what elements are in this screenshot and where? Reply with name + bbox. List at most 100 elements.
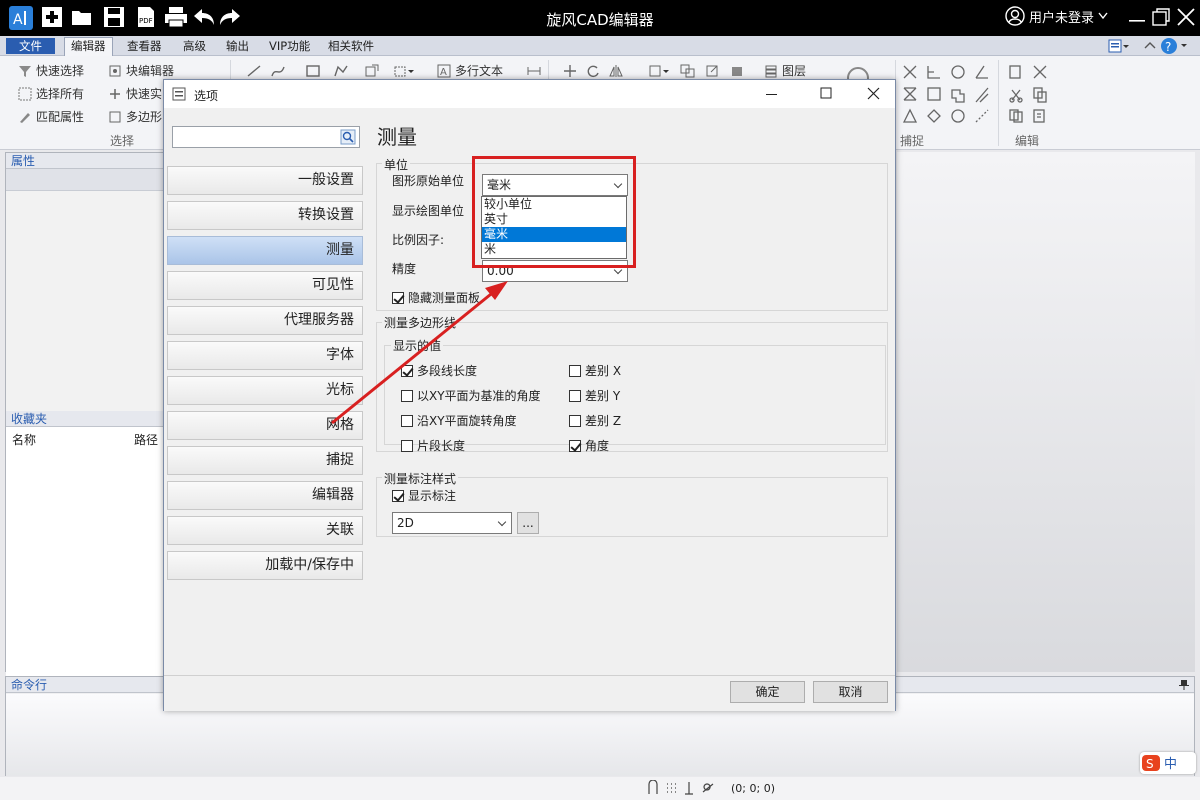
checkbox-box (569, 389, 581, 402)
dialog-icon (172, 87, 186, 104)
category-cursor[interactable]: 光标 (167, 376, 363, 405)
match-properties-label: 匹配属性 (36, 110, 85, 124)
collapse-ribbon-icon[interactable] (1142, 39, 1158, 56)
polyline-length-checkbox[interactable]: 多段线长度 (401, 362, 477, 379)
category-grid[interactable]: 网格 (167, 411, 363, 440)
ok-button[interactable]: 确定 (730, 681, 805, 703)
polygon-button[interactable]: 多边形 (108, 108, 162, 125)
quick-block-button[interactable]: 快速实 (108, 85, 162, 102)
hide-measure-panel-checkbox[interactable]: 隐藏测量面板 (392, 289, 480, 306)
dialog-footer: 确定 取消 (164, 675, 895, 711)
title-bar: A PDF 旋风CAD编辑器 用户未登录 (0, 0, 1200, 36)
funnel-icon (19, 65, 31, 77)
snap-group-label: 捕捉 (900, 134, 925, 148)
annotation-more-button[interactable]: ... (517, 512, 539, 534)
hide-measure-panel-label: 隐藏测量面板 (408, 291, 481, 305)
dialog-minimize-button[interactable] (764, 86, 780, 105)
chevron-down-icon (497, 517, 507, 527)
xy-plane-angle-label: 以XY平面为基准的角度 (417, 389, 541, 403)
pin-icon[interactable] (1178, 679, 1190, 694)
favorites-table-header: 名称 路径 (6, 427, 164, 447)
checkbox-box (569, 439, 581, 452)
menu-editor[interactable]: 编辑器 (64, 37, 113, 56)
precision-label: 精度 (392, 262, 417, 276)
angle-checkbox[interactable]: 角度 (569, 437, 609, 454)
checkbox-box (392, 489, 404, 502)
category-editor[interactable]: 编辑器 (167, 481, 363, 510)
dialog-close-button[interactable] (866, 86, 882, 105)
category-fonts[interactable]: 字体 (167, 341, 363, 370)
block-editor-label: 块编辑器 (126, 64, 175, 78)
category-proxy[interactable]: 代理服务器 (167, 306, 363, 335)
multiline-text-button[interactable]: A 多行文本 (437, 62, 503, 79)
menu-output[interactable]: 输出 (220, 38, 255, 54)
annotation-style-select[interactable]: 2D (392, 512, 512, 534)
ribbon-separator (998, 60, 999, 146)
menu-related-software[interactable]: 相关软件 (322, 38, 380, 54)
restore-button[interactable] (1150, 6, 1172, 28)
ime-indicator[interactable]: S中 (1140, 752, 1196, 774)
minimize-button[interactable] (1126, 6, 1148, 28)
view-options-icon[interactable] (1108, 38, 1130, 57)
svg-text:?: ? (1165, 40, 1171, 54)
status-bar: (0; 0; 0) (0, 777, 1200, 800)
original-unit-label: 图形原始单位 (392, 174, 465, 188)
menu-viewer[interactable]: 查看器 (121, 38, 168, 54)
layers-button[interactable]: 图层 (764, 62, 806, 79)
properties-toolbar (6, 169, 164, 191)
segment-length-checkbox[interactable]: 片段长度 (401, 437, 465, 454)
search-icon[interactable] (340, 129, 356, 148)
select-all-label: 选择所有 (36, 87, 85, 101)
user-login[interactable]: 用户未登录 (1005, 6, 1108, 26)
xy-plane-angle-checkbox[interactable]: 以XY平面为基准的角度 (401, 387, 541, 404)
show-annotation-label: 显示标注 (408, 489, 457, 503)
block-editor-button[interactable]: 块编辑器 (108, 62, 174, 79)
diff-x-checkbox[interactable]: 差别 X (569, 362, 621, 379)
menu-vip[interactable]: VIP功能 (263, 38, 316, 54)
svg-text:中: 中 (1164, 757, 1177, 772)
category-general[interactable]: 一般设置 (167, 166, 363, 195)
column-name[interactable]: 名称 (12, 431, 36, 448)
diff-z-label: 差别 Z (585, 414, 622, 428)
favorites-list[interactable] (6, 447, 164, 685)
show-annotation-checkbox[interactable]: 显示标注 (392, 487, 456, 504)
user-icon (1005, 6, 1025, 26)
match-properties-button[interactable]: 匹配属性 (18, 108, 84, 125)
polygon-icon (109, 111, 121, 122)
category-conversion[interactable]: 转换设置 (167, 201, 363, 230)
category-search-input[interactable] (172, 126, 360, 148)
units-legend: 单位 (382, 156, 411, 173)
quick-select-button[interactable]: 快速选择 (18, 62, 84, 79)
select-all-button[interactable]: 选择所有 (18, 85, 84, 102)
block-editor-icon (109, 65, 121, 76)
category-associations[interactable]: 关联 (167, 516, 363, 545)
category-snap[interactable]: 捕捉 (167, 446, 363, 475)
menu-advanced[interactable]: 高级 (177, 38, 212, 54)
favorites-panel: 收藏夹 名称 路径 (6, 411, 164, 685)
diff-y-checkbox[interactable]: 差别 Y (569, 387, 620, 404)
select-group-label: 选择 (110, 134, 135, 148)
category-load-save[interactable]: 加载中/保存中 (167, 551, 363, 580)
display-unit-label: 显示绘图单位 (392, 204, 465, 218)
close-window-button[interactable] (1175, 6, 1197, 28)
polygon-legend: 测量多边形线 (382, 314, 459, 331)
quick-select-label: 快速选择 (36, 64, 85, 78)
diff-z-checkbox[interactable]: 差别 Z (569, 412, 621, 429)
text-icon: A (437, 64, 451, 78)
layers-label: 图层 (782, 64, 807, 78)
category-measure[interactable]: 测量 (167, 236, 363, 265)
dialog-maximize-button[interactable] (819, 86, 835, 105)
column-path[interactable]: 路径 (134, 431, 158, 448)
category-visibility[interactable]: 可见性 (167, 271, 363, 300)
polygon-label: 多边形 (126, 110, 163, 124)
status-icons[interactable] (647, 779, 727, 799)
menu-file[interactable]: 文件 (6, 38, 55, 54)
drawing-area[interactable] (897, 152, 1195, 672)
select-all-icon (18, 87, 32, 100)
angle-label: 角度 (585, 439, 610, 453)
checkbox-box (401, 414, 413, 427)
quick-block-label: 快速实 (126, 87, 163, 101)
help-icon[interactable]: ? (1160, 37, 1190, 58)
cancel-button[interactable]: 取消 (813, 681, 888, 703)
xy-rotation-angle-checkbox[interactable]: 沿XY平面旋转角度 (401, 412, 517, 429)
